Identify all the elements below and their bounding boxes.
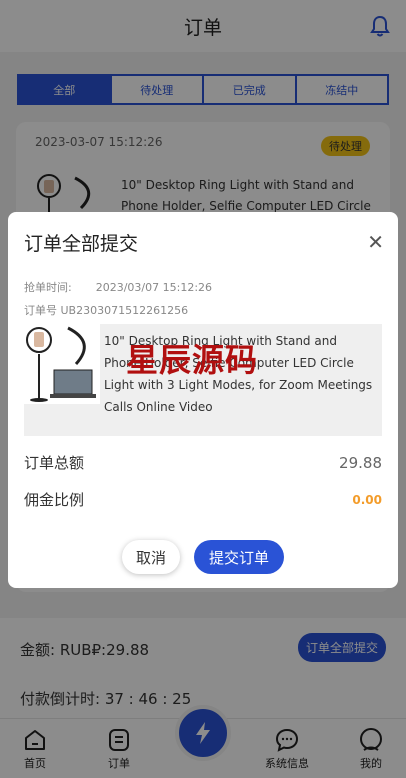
- submit-order-modal: 订单全部提交 ✕ 抢单时间: 2023/03/07 15:12:26 订单号 UB…: [8, 212, 398, 588]
- watermark-text: 星辰源码: [126, 341, 259, 379]
- ring-light-product-image: [24, 324, 100, 404]
- commission-rate-row: 佣金比例 0.00: [24, 489, 382, 510]
- grab-time-row: 抢单时间: 2023/03/07 15:12:26: [24, 279, 212, 295]
- order-total-row: 订单总额 29.88: [24, 452, 382, 473]
- grab-time-label: 抢单时间:: [24, 281, 72, 294]
- commission-rate-value: 0.00: [352, 492, 382, 507]
- order-total-value: 29.88: [339, 453, 382, 472]
- grab-time-value: 2023/03/07 15:12:26: [95, 281, 213, 294]
- close-icon[interactable]: ✕: [367, 230, 384, 254]
- order-total-label: 订单总额: [24, 454, 85, 472]
- order-number: 订单号 UB2303071512261256: [24, 304, 189, 317]
- modal-title: 订单全部提交: [24, 233, 139, 255]
- submit-order-button[interactable]: 提交订单: [194, 540, 284, 574]
- cancel-button[interactable]: 取消: [122, 540, 180, 574]
- commission-rate-label: 佣金比例: [24, 491, 85, 509]
